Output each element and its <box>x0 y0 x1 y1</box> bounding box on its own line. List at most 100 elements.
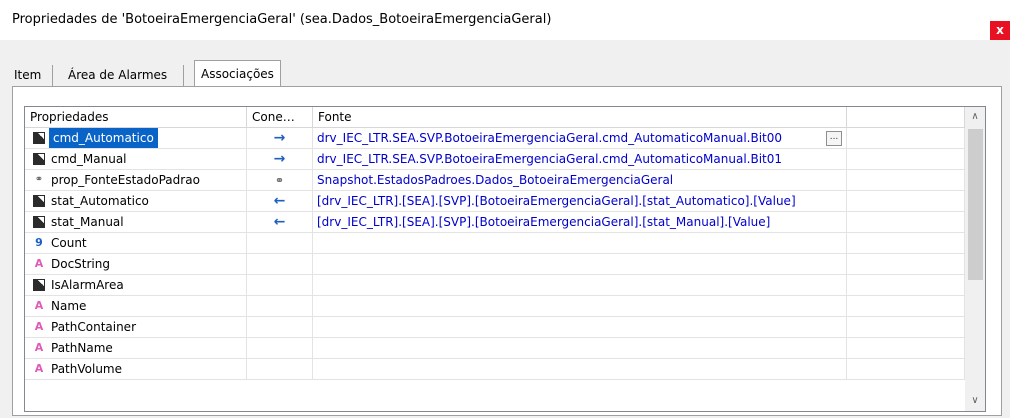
property-cell[interactable]: stat_Automatico <box>25 191 247 212</box>
source-value: [drv_IEC_LTR].[SEA].[SVP].[BotoeiraEmerg… <box>317 194 796 208</box>
connection-cell[interactable]: ← <box>247 191 313 212</box>
tab-associations[interactable]: Associações <box>194 60 281 87</box>
property-cell[interactable]: A PathContainer <box>25 317 247 338</box>
empty-cell <box>847 149 965 170</box>
source-cell[interactable] <box>313 338 847 359</box>
close-button[interactable]: x <box>990 21 1010 40</box>
text-A-icon: A <box>34 320 44 333</box>
header-connection[interactable]: Cone… <box>247 107 313 127</box>
property-cell[interactable]: cmd_Automatico <box>25 128 247 149</box>
source-value: drv_IEC_LTR.SEA.SVP.BotoeiraEmergenciaGe… <box>317 152 783 166</box>
table-row[interactable]: A PathName <box>25 338 965 359</box>
scroll-thumb[interactable] <box>968 129 983 280</box>
property-name: Name <box>51 299 87 313</box>
source-value: [drv_IEC_LTR].[SEA].[SVP].[BotoeiraEmerg… <box>317 215 771 229</box>
link-icon: ⚭ <box>34 174 44 185</box>
connection-cell[interactable] <box>247 359 313 380</box>
properties-grid: Propriedades Cone… Fonte cmd_Automatico →… <box>24 106 986 412</box>
square-icon <box>33 279 45 291</box>
text-A-icon: A <box>34 257 44 270</box>
source-value: drv_IEC_LTR.SEA.SVP.BotoeiraEmergenciaGe… <box>317 131 783 145</box>
edit-square-icon <box>33 132 45 144</box>
property-cell[interactable]: ⚭ prop_FonteEstadoPadrao <box>25 170 247 191</box>
table-row[interactable]: 9 Count <box>25 233 965 254</box>
property-name: prop_FonteEstadoPadrao <box>51 173 200 187</box>
source-cell[interactable] <box>313 254 847 275</box>
source-cell[interactable]: [drv_IEC_LTR].[SEA].[SVP].[BotoeiraEmerg… <box>313 212 847 233</box>
table-row[interactable]: stat_Automatico ← [drv_IEC_LTR].[SEA].[SVP… <box>25 191 965 212</box>
source-cell[interactable]: drv_IEC_LTR.SEA.SVP.BotoeiraEmergenciaGe… <box>313 149 847 170</box>
table-row[interactable]: IsAlarmArea <box>25 275 965 296</box>
connection-cell[interactable]: ← <box>247 212 313 233</box>
property-cell[interactable]: stat_Manual <box>25 212 247 233</box>
property-cell[interactable]: IsAlarmArea <box>25 275 247 296</box>
tab-alarm-area[interactable]: Área de Alarmes <box>64 65 184 86</box>
empty-cell <box>847 254 965 275</box>
text-A-icon: A <box>34 362 44 375</box>
scroll-down-icon[interactable]: ∨ <box>965 391 985 411</box>
grid-header: Propriedades Cone… Fonte <box>25 107 965 128</box>
connection-cell[interactable]: → <box>247 128 313 149</box>
property-cell[interactable]: A Name <box>25 296 247 317</box>
property-name: PathName <box>51 341 113 355</box>
property-name: stat_Automatico <box>51 194 149 208</box>
header-properties[interactable]: Propriedades <box>25 107 247 127</box>
arrow-right-icon: → <box>273 130 286 146</box>
numeric-9-icon: 9 <box>35 236 43 249</box>
source-cell[interactable]: drv_IEC_LTR.SEA.SVP.BotoeiraEmergenciaGe… <box>313 128 847 149</box>
connection-cell[interactable] <box>247 254 313 275</box>
empty-cell <box>847 275 965 296</box>
arrow-left-icon: ← <box>273 193 286 209</box>
property-cell[interactable]: cmd_Manual <box>25 149 247 170</box>
property-cell[interactable]: A PathVolume <box>25 359 247 380</box>
source-cell[interactable]: Snapshot.EstadosPadroes.Dados_BotoeiraEm… <box>313 170 847 191</box>
table-row[interactable]: stat_Manual ← [drv_IEC_LTR].[SEA].[SVP].[B… <box>25 212 965 233</box>
scroll-up-icon[interactable]: ∧ <box>965 107 985 127</box>
text-A-icon: A <box>34 299 44 312</box>
property-name: PathContainer <box>51 320 137 334</box>
empty-cell <box>847 359 965 380</box>
square-icon <box>33 216 45 228</box>
property-cell[interactable]: A PathName <box>25 338 247 359</box>
tab-item[interactable]: Item <box>12 65 53 86</box>
connection-cell[interactable] <box>247 233 313 254</box>
empty-cell <box>847 212 965 233</box>
table-row[interactable]: A DocString <box>25 254 965 275</box>
square-icon <box>33 195 45 207</box>
connection-cell[interactable]: → <box>247 149 313 170</box>
source-cell[interactable]: [drv_IEC_LTR].[SEA].[SVP].[BotoeiraEmerg… <box>313 191 847 212</box>
connection-cell[interactable] <box>247 296 313 317</box>
header-source[interactable]: Fonte <box>313 107 847 127</box>
property-name: PathVolume <box>51 362 122 376</box>
source-cell[interactable] <box>313 233 847 254</box>
table-row[interactable]: A Name <box>25 296 965 317</box>
source-cell[interactable] <box>313 317 847 338</box>
vertical-scrollbar[interactable]: ∧ ∨ <box>965 107 985 411</box>
table-row[interactable]: cmd_Manual → drv_IEC_LTR.SEA.SVP.BotoeiraE… <box>25 149 965 170</box>
square-icon <box>33 153 45 165</box>
link-icon: ⚭ <box>274 174 285 187</box>
source-cell[interactable] <box>313 275 847 296</box>
empty-cell <box>847 296 965 317</box>
empty-cell <box>847 191 965 212</box>
connection-cell[interactable] <box>247 338 313 359</box>
property-name: stat_Manual <box>51 215 124 229</box>
table-row[interactable]: ⚭ prop_FonteEstadoPadrao ⚭ Snapshot.Estados… <box>25 170 965 191</box>
header-empty <box>847 107 965 127</box>
property-cell[interactable]: A DocString <box>25 254 247 275</box>
property-name: cmd_Automatico <box>49 128 158 148</box>
connection-cell[interactable] <box>247 275 313 296</box>
source-cell[interactable] <box>313 296 847 317</box>
window-title: Propriedades de 'BotoeiraEmergenciaGeral… <box>12 12 552 27</box>
source-cell[interactable] <box>313 359 847 380</box>
arrow-right-icon: → <box>273 151 286 167</box>
arrow-left-icon: ← <box>273 214 286 230</box>
ellipsis-button[interactable]: ... <box>826 131 842 146</box>
table-row[interactable]: A PathContainer <box>25 317 965 338</box>
title-bar: Propriedades de 'BotoeiraEmergenciaGeral… <box>0 0 1010 40</box>
property-cell[interactable]: 9 Count <box>25 233 247 254</box>
connection-cell[interactable] <box>247 317 313 338</box>
table-row[interactable]: A PathVolume <box>25 359 965 380</box>
table-row[interactable]: cmd_Automatico → drv_IEC_LTR.SEA.SVP.Botoe… <box>25 128 965 149</box>
connection-cell[interactable]: ⚭ <box>247 170 313 191</box>
